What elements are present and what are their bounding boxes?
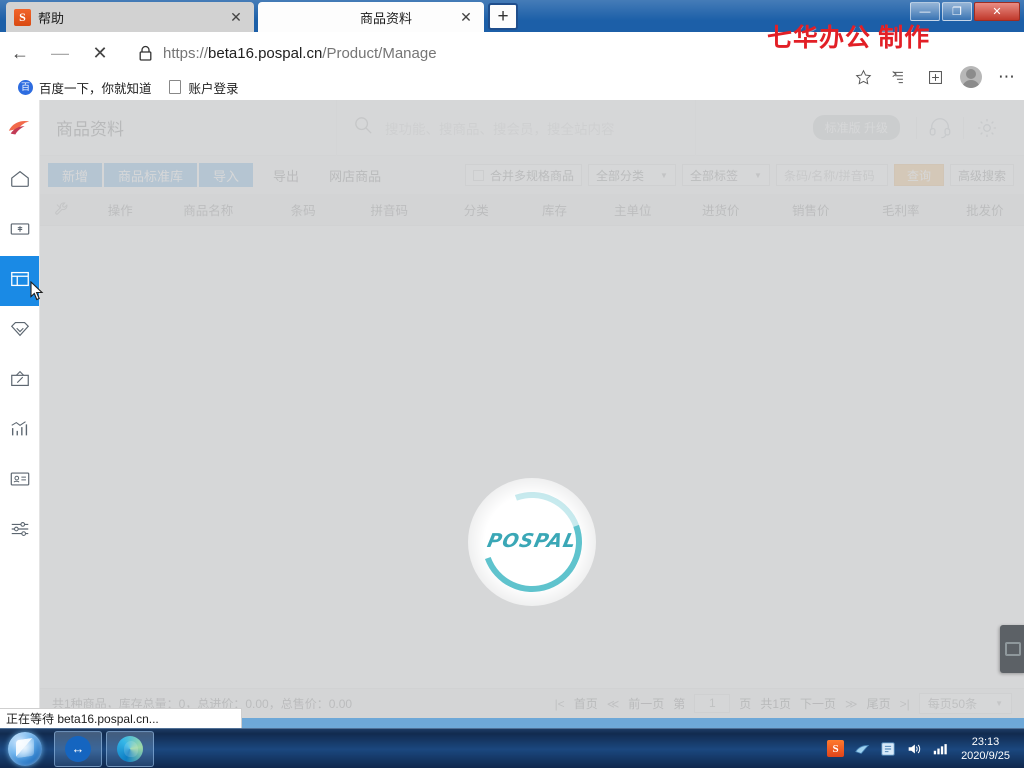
sidebar-item-promotion[interactable] (0, 356, 39, 406)
close-window-button[interactable]: ✕ (974, 2, 1020, 21)
new-tab-button[interactable]: + (488, 3, 518, 30)
pospal-logo-icon[interactable] (0, 100, 39, 156)
id-card-icon (9, 468, 31, 495)
watermark-text: 七华办公 制作 (767, 25, 931, 52)
url-path: /Product/Manage (322, 44, 437, 62)
windows-taskbar: ↔ S 23:13 2020/9/25 (0, 728, 1024, 768)
sidebar-item-report[interactable] (0, 406, 39, 456)
home-icon (9, 168, 31, 195)
collections-icon[interactable] (888, 66, 910, 88)
sogou-icon: S (14, 8, 31, 26)
bookmark-label: 账户登录 (188, 81, 239, 96)
bookmark-account-login[interactable]: 账户登录 (162, 76, 245, 99)
clock-time: 23:13 (971, 735, 1000, 748)
pospal-brand-text: POSPAL (485, 530, 579, 552)
taskbar-clock[interactable]: 23:13 2020/9/25 (957, 735, 1016, 763)
maximize-button[interactable]: ❐ (942, 2, 972, 21)
avatar (960, 66, 982, 88)
box-icon (9, 268, 31, 295)
clock-date: 2020/9/25 (961, 749, 1010, 762)
address-bar[interactable]: https://beta16.pospal.cn/Product/Manage (163, 45, 437, 62)
baidu-icon: 百 (18, 79, 33, 95)
diamond-icon (9, 318, 31, 345)
screen-widget[interactable] (1000, 625, 1024, 673)
profile-icon[interactable] (960, 66, 982, 88)
close-icon[interactable]: ✕ (226, 10, 246, 24)
signal-icon[interactable] (931, 740, 948, 757)
page-viewport: 商品资料 搜功能、搜商品、搜会员，搜全站内容 标准版 升级 (0, 100, 1024, 718)
bookmark-label: 百度一下，你就知道 (39, 81, 152, 96)
start-button[interactable] (0, 730, 50, 768)
bookmarks-bar: 百 百度一下，你就知道 账户登录 (0, 74, 245, 100)
sidebar-item-member[interactable] (0, 306, 39, 356)
bookmark-baidu[interactable]: 百 百度一下，你就知道 (12, 76, 158, 99)
sidebar-item-staff[interactable] (0, 456, 39, 506)
browser-tab-title: 帮助 (38, 10, 65, 26)
sogou-ime-icon[interactable]: S (827, 740, 845, 757)
system-tray: S 23:13 2020/9/25 (827, 735, 1024, 763)
mouse-cursor (30, 280, 44, 301)
sliders-icon (9, 518, 31, 545)
sidebar-rail (0, 100, 40, 718)
update-icon[interactable] (879, 740, 896, 757)
back-icon[interactable]: ← (0, 32, 40, 74)
browser-actions: ⋯ (852, 66, 1018, 88)
teamviewer-icon: ↔ (65, 735, 91, 762)
browser-tab-title: 商品资料 (359, 10, 412, 26)
browser-tab-product[interactable]: 商品资料 ✕ (258, 2, 484, 32)
edge-icon (117, 735, 143, 762)
gift-icon (9, 368, 31, 395)
sidebar-item-settings[interactable] (0, 506, 39, 556)
add-icon[interactable] (924, 66, 946, 88)
loading-spinner: POSPAL (465, 475, 599, 609)
page-icon (168, 80, 183, 95)
browser-window: S 帮助 ✕ 商品资料 ✕ + — ❐ ✕ ← — ✕ https://beta… (0, 0, 1024, 728)
more-icon[interactable]: ⋯ (996, 66, 1018, 88)
stop-loading-icon[interactable]: ✕ (80, 32, 120, 74)
lock-icon (138, 45, 153, 62)
network-flag-icon[interactable] (853, 740, 870, 757)
close-icon[interactable]: ✕ (456, 10, 476, 24)
taskbar-item-edge[interactable] (106, 730, 154, 767)
taskbar-item-teamviewer[interactable]: ↔ (54, 730, 102, 767)
forward-icon[interactable]: — (40, 32, 80, 74)
chart-icon (9, 418, 31, 445)
url-scheme: https:// (163, 44, 209, 62)
sidebar-item-home[interactable] (0, 156, 39, 206)
sidebar-item-cashier[interactable] (0, 206, 39, 256)
browser-tab-help[interactable]: S 帮助 ✕ (6, 2, 254, 32)
monitor-icon (1005, 642, 1021, 656)
volume-icon[interactable] (905, 740, 922, 757)
star-icon[interactable] (852, 66, 874, 88)
windows-logo-icon (8, 731, 42, 766)
url-host: beta16.pospal.cn (208, 44, 323, 62)
loading-overlay (40, 100, 1024, 718)
banknote-icon (9, 218, 31, 245)
browser-status-tooltip: 正在等待 beta16.pospal.cn... (0, 708, 242, 728)
